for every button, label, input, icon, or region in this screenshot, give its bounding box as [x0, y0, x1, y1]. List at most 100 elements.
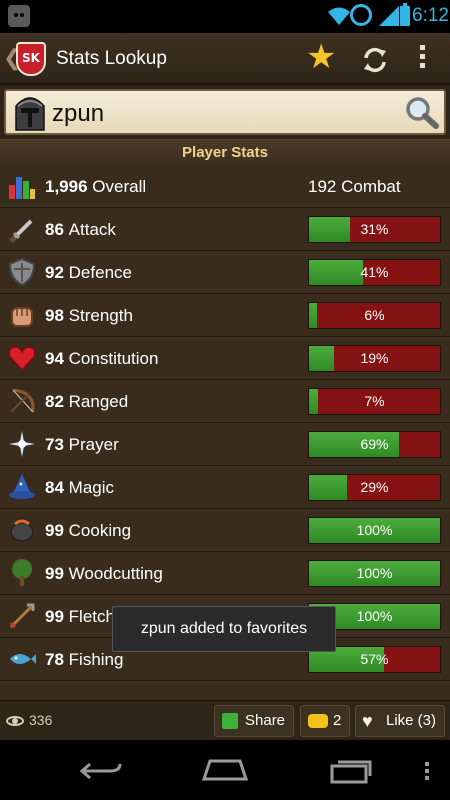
android-icon — [8, 5, 30, 27]
skill-level: 78 — [45, 650, 64, 669]
progress-bar: 41% — [308, 259, 441, 286]
skill-name: Defence — [68, 263, 132, 282]
skill-row-strength[interactable]: 98 Strength 6% — [0, 294, 450, 337]
wizard-hat-icon — [9, 474, 35, 499]
search-input[interactable]: zpun — [52, 100, 104, 128]
overall-stats-icon — [9, 177, 35, 199]
progress-percent: 100% — [356, 522, 393, 538]
tree-icon — [12, 559, 32, 586]
star-burst-icon — [9, 431, 35, 457]
progress-percent: 7% — [364, 393, 385, 409]
search-icon[interactable] — [404, 96, 440, 130]
skill-level: 84 — [45, 478, 64, 497]
favorite-star-icon[interactable]: ★ — [306, 40, 336, 74]
skill-row-woodcutting[interactable]: 99 Woodcutting 100% — [0, 552, 450, 595]
skill-row-constitution[interactable]: 94 Constitution 19% — [0, 337, 450, 380]
skill-name: Woodcutting — [68, 564, 163, 583]
progress-percent: 29% — [360, 479, 389, 495]
page-title: Stats Lookup — [56, 48, 167, 69]
skill-name: Constitution — [68, 349, 159, 368]
share-label: Share — [245, 712, 286, 729]
progress-percent: 69% — [360, 436, 389, 452]
progress-bar: 29% — [308, 474, 441, 501]
section-header: Player Stats — [0, 139, 450, 165]
skill-level: 99 — [45, 521, 64, 540]
like-button[interactable]: ♥ Like (3) — [355, 705, 445, 737]
signal-icon — [379, 6, 399, 26]
progress-bar: 6% — [308, 302, 441, 329]
progress-bar: 19% — [308, 345, 441, 372]
search-bar: zpun — [0, 85, 450, 139]
nav-menu-icon[interactable] — [425, 762, 430, 783]
overflow-menu-icon[interactable] — [420, 45, 426, 72]
skill-row-attack[interactable]: 86 Attack 31% — [0, 208, 450, 251]
sword-icon — [9, 219, 33, 243]
overall-level: 1,996 — [45, 177, 88, 196]
combat-level: 192 Combat — [308, 177, 401, 196]
overall-row[interactable]: 1,996 Overall 192 Combat — [0, 165, 450, 208]
progress-bar: 100% — [308, 517, 441, 544]
skill-level: 73 — [45, 435, 64, 454]
wifi-icon — [328, 7, 350, 25]
skill-name: Magic — [68, 478, 115, 497]
skill-level: 99 — [45, 564, 64, 583]
share-icon — [222, 713, 238, 729]
nav-recents-icon[interactable] — [330, 756, 374, 784]
like-label: Like (3) — [386, 712, 437, 729]
fist-icon — [11, 307, 33, 327]
skill-row-defence[interactable]: 92 Defence 41% — [0, 251, 450, 294]
player-avatar-helmet-icon — [15, 97, 45, 131]
refresh-icon[interactable] — [360, 45, 390, 75]
battery-icon — [400, 3, 410, 26]
progress-bar: 100% — [308, 560, 441, 587]
skill-name: Prayer — [68, 435, 119, 454]
comments-button[interactable]: 2 — [300, 705, 350, 737]
nav-home-icon[interactable] — [202, 759, 248, 781]
bow-icon — [10, 388, 35, 413]
shield-icon — [8, 257, 36, 287]
skill-row-cooking[interactable]: 99 Cooking 100% — [0, 509, 450, 552]
view-count-value: 336 — [29, 712, 53, 728]
cooking-pot-icon — [10, 519, 34, 542]
clock: 6:12 — [412, 5, 449, 26]
eye-icon — [6, 716, 24, 727]
overall-label: Overall — [92, 177, 147, 196]
skill-level: 94 — [45, 349, 64, 368]
skill-level: 99 — [45, 607, 64, 626]
skill-row-magic[interactable]: 84 Magic 29% — [0, 466, 450, 509]
comment-count: 2 — [333, 712, 342, 729]
share-button[interactable]: Share — [214, 705, 294, 737]
app-logo[interactable]: SK — [16, 42, 46, 76]
skill-level: 82 — [45, 392, 64, 411]
skill-level: 92 — [45, 263, 64, 282]
progress-percent: 100% — [356, 565, 393, 581]
skill-name: Attack — [68, 220, 116, 239]
navigation-bar — [0, 740, 450, 800]
nav-back-icon[interactable] — [80, 760, 122, 782]
view-count: 336 — [6, 712, 52, 728]
progress-percent: 19% — [360, 350, 389, 366]
status-bar: 6:12 — [0, 0, 450, 33]
skill-name: Fishing — [68, 650, 124, 669]
progress-percent: 6% — [364, 307, 385, 323]
arrows-icon — [9, 603, 35, 629]
toast-message: zpun added to favorites — [112, 606, 336, 652]
heart-icon — [8, 346, 36, 372]
skill-name: Ranged — [68, 392, 129, 411]
action-bar: ❮ SK Stats Lookup ★ — [0, 33, 450, 85]
skill-level: 98 — [45, 306, 64, 325]
progress-percent: 31% — [360, 221, 389, 237]
skill-row-prayer[interactable]: 73 Prayer 69% — [0, 423, 450, 466]
skill-name: Cooking — [68, 521, 132, 540]
progress-bar: 31% — [308, 216, 441, 243]
heart-icon: ♥ — [362, 711, 373, 731]
fish-icon — [10, 654, 36, 664]
search-box[interactable]: zpun — [4, 89, 446, 135]
progress-percent: 41% — [360, 264, 389, 280]
skill-name: Strength — [68, 306, 133, 325]
progress-bar: 69% — [308, 431, 441, 458]
skill-row-ranged[interactable]: 82 Ranged 7% — [0, 380, 450, 423]
skill-level: 86 — [45, 220, 64, 239]
sync-status-icon — [350, 4, 372, 26]
bottom-bar: 336 Share 2 ♥ Like (3) — [0, 700, 450, 740]
